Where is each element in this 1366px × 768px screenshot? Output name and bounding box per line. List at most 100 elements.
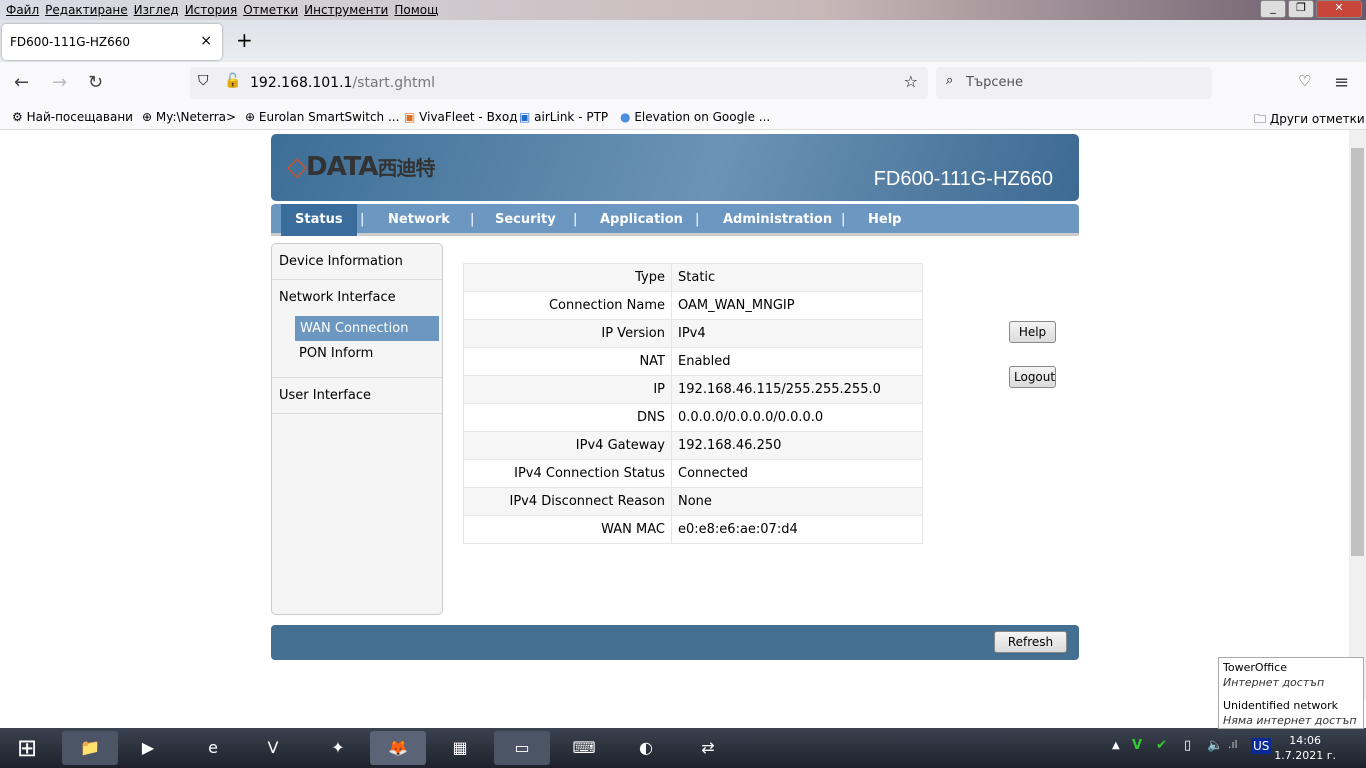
volume-icon[interactable]: 🔈	[1207, 738, 1223, 753]
bookmark-airlink[interactable]: ▣ airLink - PTP	[519, 110, 608, 124]
bookmark-vivafleet[interactable]: ▣ VivaFleet - Вход	[404, 110, 518, 124]
field-label: IPv4 Connection Status	[463, 459, 672, 488]
shield-icon: ⛉	[198, 73, 209, 89]
menu-security[interactable]: Security	[495, 204, 556, 236]
sidebar-network-interface[interactable]: Network Interface	[279, 290, 396, 305]
page-scrollbar[interactable]	[1349, 130, 1366, 700]
menu-tools[interactable]: Инструменти	[304, 0, 388, 20]
navigation-bar: ← → ↻ ⛉ 🔓 192.168.101.1/start.ghtml ☆ ⌕ Т…	[0, 62, 1366, 104]
url-host: 192.168.101.1	[250, 75, 353, 91]
search-input[interactable]: ⌕ Търсене	[936, 67, 1212, 99]
network-app-taskbar-icon[interactable]: ⌨	[556, 731, 612, 765]
media-player-taskbar-icon[interactable]: ▶	[120, 731, 176, 765]
firefox-taskbar-icon[interactable]: 🦊	[370, 731, 426, 765]
close-tab-icon[interactable]: ×	[200, 33, 212, 49]
sidebar-wan-connection[interactable]: WAN Connection	[295, 316, 439, 341]
search-icon: ⌕	[946, 73, 954, 88]
vnc-taskbar-icon[interactable]: V	[245, 731, 301, 765]
menu-help[interactable]: Help	[868, 204, 901, 236]
menu-administration[interactable]: Administration	[723, 204, 832, 236]
cmd-taskbar-icon[interactable]: ▭	[494, 731, 550, 765]
insecure-lock-icon: 🔓	[224, 73, 242, 89]
vnc-tray-icon[interactable]: V	[1132, 738, 1142, 753]
minimize-button[interactable]: _	[1260, 0, 1286, 18]
bookmark-most-visited[interactable]: ⚙ Най-посещавани	[12, 110, 133, 124]
tab-title: FD600-111G-HZ660	[10, 35, 131, 49]
other-bookmarks[interactable]: 🗀 Други отметки	[1254, 110, 1365, 131]
check-tray-icon[interactable]: ✔	[1156, 738, 1167, 753]
menu-help[interactable]: Помощ	[394, 0, 438, 20]
bookmarks-bar: ⚙ Най-посещавани ⊕ My:\Neterra> ⊕ Eurola…	[0, 104, 1366, 130]
sidebar-pon-inform[interactable]: PON Inform	[299, 346, 373, 361]
bookmark-eurolan[interactable]: ⊕ Eurolan SmartSwitch ...	[245, 110, 399, 124]
sidebar: Device Information Network Interface WAN…	[271, 243, 443, 615]
network-tooltip: TowerOffice Интернет достъп Unidentified…	[1218, 657, 1364, 729]
logout-button[interactable]: Logout	[1009, 366, 1056, 388]
taskbar: ⊞ 📁 ▶ e V ✦ 🦊 ▦ ▭ ⌨ ◐ ⇄ ▲ V ✔ ▯ 🔈 .ıl US…	[0, 728, 1366, 768]
hamburger-menu-icon[interactable]: ≡	[1334, 72, 1349, 93]
close-window-button[interactable]: ✕	[1316, 0, 1362, 18]
field-label: Connection Name	[463, 291, 672, 320]
back-icon[interactable]: ←	[14, 72, 29, 93]
explorer-taskbar-icon[interactable]: 📁	[62, 731, 118, 765]
url-bar[interactable]: ⛉ 🔓 192.168.101.1/start.ghtml ☆	[190, 67, 928, 99]
menu-history[interactable]: История	[185, 0, 238, 20]
pocket-icon[interactable]: ♡	[1298, 72, 1311, 90]
model-name: FD600-111G-HZ660	[873, 168, 1053, 190]
app2-taskbar-icon[interactable]: ◐	[618, 731, 674, 765]
field-value: None	[671, 487, 923, 516]
table-row: IPv4 Connection Status Connected	[463, 459, 923, 488]
menu-view[interactable]: Изглед	[134, 0, 179, 20]
maximize-button[interactable]: ❐	[1288, 0, 1314, 18]
table-row: Connection Name OAM_WAN_MNGIP	[463, 291, 923, 320]
field-label: IPv4 Disconnect Reason	[463, 487, 672, 516]
network-signal-icon[interactable]: .ıl	[1228, 738, 1238, 751]
show-hidden-icons[interactable]: ▲	[1112, 740, 1120, 751]
clock[interactable]: 14:06 1.7.2021 г.	[1274, 733, 1336, 763]
calculator-taskbar-icon[interactable]: ▦	[432, 731, 488, 765]
menu-status[interactable]: Status	[281, 204, 357, 236]
router-header: ◇DATA西迪特 FD600-111G-HZ660	[271, 134, 1079, 201]
router-page: ◇DATA西迪特 FD600-111G-HZ660 Status | Netwo…	[0, 130, 1349, 700]
field-value: Static	[671, 263, 923, 292]
menu-network[interactable]: Network	[388, 204, 450, 236]
network-name-2: Unidentified network	[1223, 699, 1339, 712]
network-status-2: Няма интернет достъп	[1223, 714, 1357, 727]
new-tab-icon[interactable]: +	[236, 28, 253, 52]
field-label: Type	[463, 263, 672, 292]
reload-icon[interactable]: ↻	[88, 72, 103, 93]
battery-icon[interactable]: ▯	[1184, 738, 1191, 753]
field-label: WAN MAC	[463, 515, 672, 544]
menu-file[interactable]: Файл	[6, 0, 39, 20]
tab-bar: FD600-111G-HZ660 × +	[0, 20, 1366, 62]
start-button[interactable]: ⊞	[2, 731, 52, 765]
forward-icon[interactable]: →	[52, 72, 67, 93]
bookmark-elevation[interactable]: ● Elevation on Google ...	[620, 110, 770, 124]
cdata-logo: ◇DATA西迪特	[287, 152, 436, 182]
network-name-1: TowerOffice	[1223, 661, 1287, 674]
wan-details-table: Type Static Connection Name OAM_WAN_MNGIP IP…	[463, 263, 923, 544]
sidebar-device-information[interactable]: Device Information	[279, 254, 403, 269]
menu-bookmarks[interactable]: Отметки	[243, 0, 298, 20]
menu-application[interactable]: Application	[600, 204, 683, 236]
field-label: IPv4 Gateway	[463, 431, 672, 460]
scrollbar-thumb[interactable]	[1351, 148, 1364, 556]
remote-taskbar-icon[interactable]: ⇄	[680, 731, 736, 765]
bookmark-neterra[interactable]: ⊕ My:\Neterra>	[142, 110, 236, 124]
table-row: IP Version IPv4	[463, 319, 923, 348]
refresh-button[interactable]: Refresh	[994, 631, 1067, 653]
app-taskbar-icon[interactable]: ✦	[310, 731, 366, 765]
sidebar-user-interface[interactable]: User Interface	[279, 388, 371, 403]
menu-edit[interactable]: Редактиране	[45, 0, 128, 20]
table-row: NAT Enabled	[463, 347, 923, 376]
table-row: IPv4 Disconnect Reason None	[463, 487, 923, 516]
field-value: 0.0.0.0/0.0.0.0/0.0.0.0	[671, 403, 923, 432]
star-icon[interactable]: ☆	[904, 72, 918, 91]
language-indicator[interactable]: US	[1251, 738, 1272, 754]
ie-taskbar-icon[interactable]: e	[185, 731, 241, 765]
field-label: DNS	[463, 403, 672, 432]
browser-tab[interactable]: FD600-111G-HZ660 ×	[2, 24, 222, 60]
field-value: OAM_WAN_MNGIP	[671, 291, 923, 320]
help-button[interactable]: Help	[1009, 321, 1056, 343]
table-row: DNS 0.0.0.0/0.0.0.0/0.0.0.0	[463, 403, 923, 432]
